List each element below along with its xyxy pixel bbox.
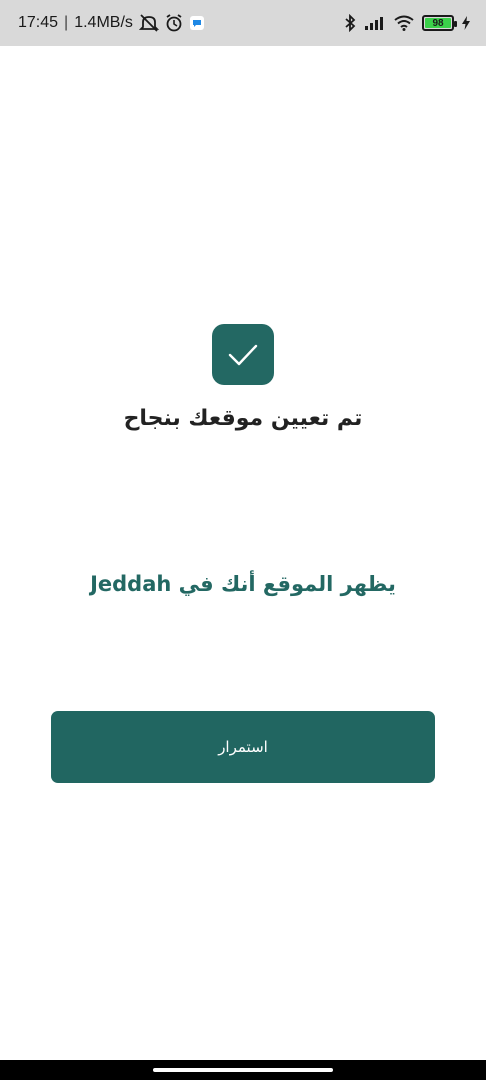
charging-icon (462, 16, 470, 30)
status-bar: 17:45 | 1.4MB/s 98 (0, 0, 486, 46)
success-title: تم تعيين موقعك بنجاح (123, 406, 363, 431)
bluetooth-icon (344, 14, 356, 32)
status-separator: | (64, 14, 69, 31)
mute-icon (138, 14, 159, 32)
battery-icon: 98 (422, 15, 457, 31)
battery-level: 98 (425, 18, 451, 29)
wifi-icon (394, 15, 414, 31)
success-badge (212, 324, 274, 385)
network-speed: 1.4MB/s (74, 14, 133, 31)
location-message: يظهر الموقع أنك في Jeddah (90, 572, 396, 596)
signal-icon (364, 16, 386, 30)
status-right: 98 (344, 14, 470, 32)
notification-icon (189, 15, 205, 31)
alarm-icon (165, 14, 183, 32)
location-success-screen: 17:45 | 1.4MB/s 98 تم تعيين موقعك بنجاح … (0, 0, 486, 1080)
home-indicator[interactable] (153, 1068, 333, 1072)
checkmark-icon (228, 343, 258, 367)
continue-button[interactable]: استمرار (51, 711, 435, 783)
status-time: 17:45 (18, 14, 59, 31)
status-left: 17:45 | 1.4MB/s (18, 14, 205, 32)
navigation-bar (0, 1060, 486, 1080)
